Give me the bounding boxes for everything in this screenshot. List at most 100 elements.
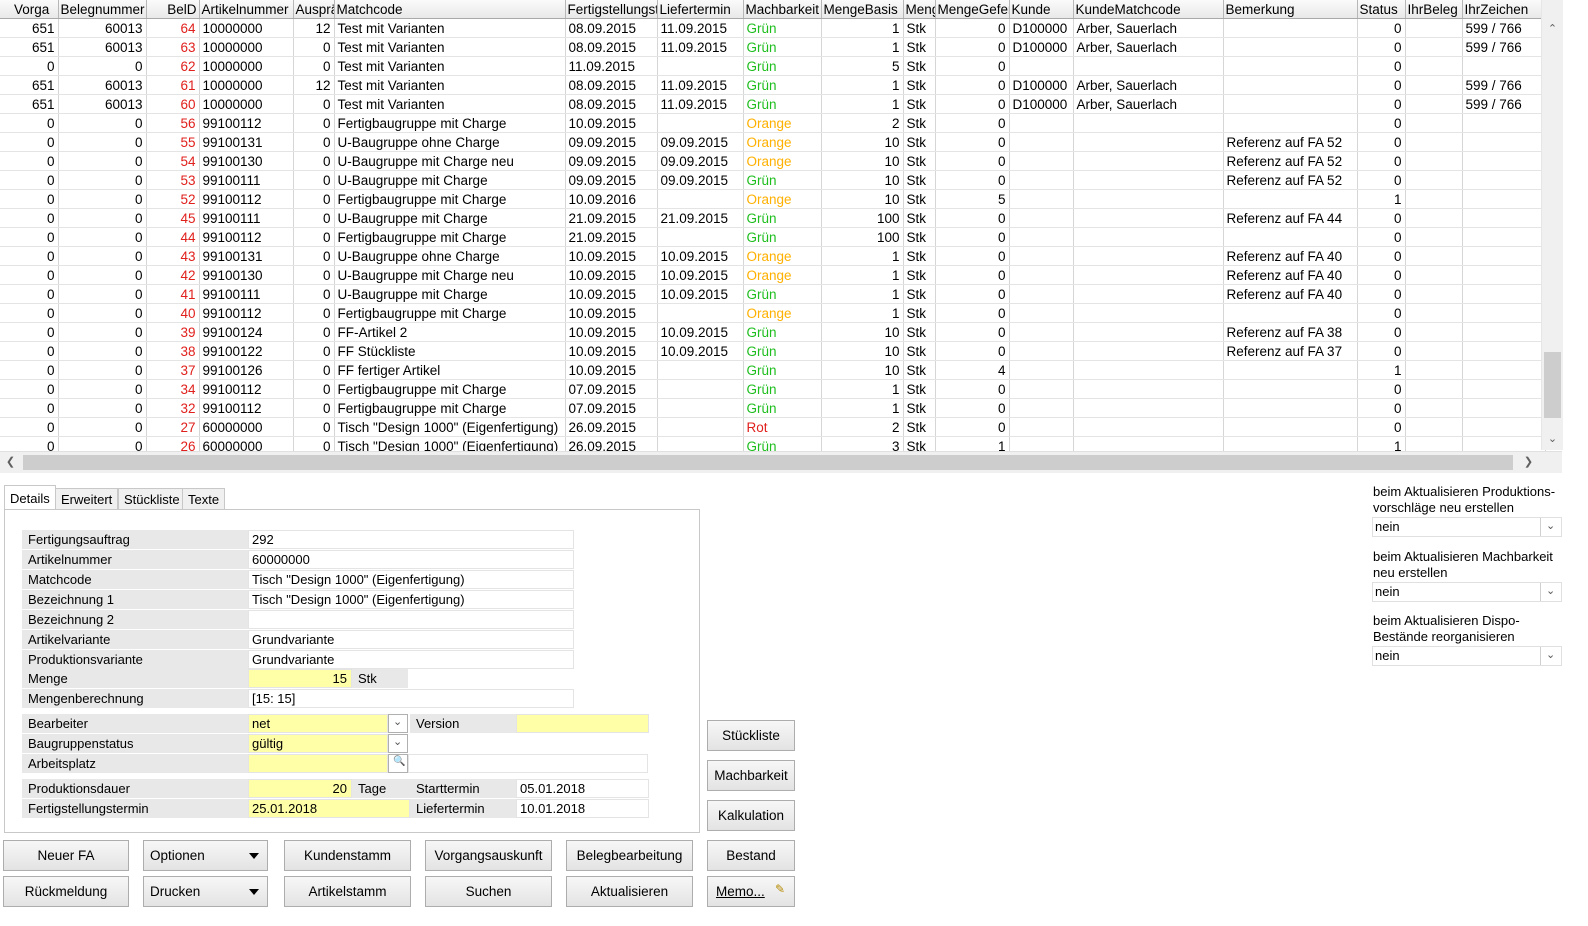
tab-stueckliste[interactable]: Stückliste [118, 488, 186, 510]
machbarkeit-button[interactable]: Machbarkeit [707, 760, 795, 791]
table-row[interactable]: 0 0 45 99100111 0 U-Baugruppe mit Charge 21.09… [0, 208, 1546, 228]
fertigstellungstermin-field[interactable]: 25.01.2018 [248, 799, 410, 818]
scroll-right-icon[interactable]: ❯ [1518, 455, 1539, 468]
column-header[interactable]: Bemerkung [1223, 0, 1358, 19]
table-row[interactable]: 651 60013 61 10000000 12 Test mit Varianten 08… [0, 75, 1546, 95]
table-row[interactable]: 0 0 27 60000000 0 Tisch "Design 1000" (Eigenf… [0, 417, 1546, 437]
table-cell: 99100112 [199, 227, 294, 247]
table-row[interactable]: 0 0 43 99100131 0 U-Baugruppe ohne Charge 10.0… [0, 246, 1546, 266]
bearbeiter-dropdown[interactable]: ⌄ [388, 714, 408, 733]
matchcode-field[interactable]: Tisch "Design 1000" (Eigenfertigung) [248, 570, 574, 589]
column-header[interactable]: Liefertermin [657, 0, 744, 19]
column-header[interactable]: Machbarkeit [743, 0, 822, 19]
table-row[interactable]: 0 0 39 99100124 0 FF-Artikel 2 10.09.2015 10.09… [0, 322, 1546, 342]
table-row[interactable]: 0 0 32 99100112 0 Fertigbaugruppe mit Charge 0… [0, 398, 1546, 418]
column-header[interactable]: Artikelnummer [199, 0, 294, 19]
table-cell [1073, 341, 1224, 361]
table-row[interactable]: 0 0 40 99100112 0 Fertigbaugruppe mit Charge 1… [0, 303, 1546, 323]
version-field[interactable] [516, 714, 649, 733]
baugruppenstatus-field[interactable]: gültig [248, 734, 388, 753]
optionen-dropdown-button[interactable]: Optionen [143, 840, 268, 871]
mengenberechnung-field[interactable]: [15: 15] [248, 689, 574, 708]
column-header[interactable]: Matchcode [334, 0, 566, 19]
bestand-button[interactable]: Bestand [707, 840, 795, 871]
table-cell: 08.09.2015 [565, 18, 658, 38]
liefertermin-field[interactable]: 10.01.2018 [516, 799, 649, 818]
vertical-scroll-thumb[interactable] [1544, 352, 1561, 418]
table-row[interactable]: 0 0 55 99100131 0 U-Baugruppe ohne Charge 09.0… [0, 132, 1546, 152]
bezeichnung1-field[interactable]: Tisch "Design 1000" (Eigenfertigung) [248, 590, 574, 609]
tab-texte[interactable]: Texte [182, 488, 226, 510]
column-header[interactable]: Kunde [1009, 0, 1074, 19]
tab-details[interactable]: Details [4, 485, 56, 511]
column-header[interactable]: Vorga [0, 0, 59, 19]
table-row[interactable]: 0 0 38 99100122 0 FF Stückliste 10.09.2015 10.0… [0, 341, 1546, 361]
kalkulation-button[interactable]: Kalkulation [707, 800, 795, 831]
table-row[interactable]: 651 60013 60 10000000 0 Test mit Varianten 08.… [0, 94, 1546, 114]
neuer-fa-button[interactable]: Neuer FA [3, 840, 129, 871]
tab-erweitert[interactable]: Erweitert [55, 488, 119, 510]
column-header[interactable]: Meng [903, 0, 936, 19]
table-row[interactable]: 651 60013 64 10000000 12 Test mit Varianten 08… [0, 18, 1546, 38]
vertical-scrollbar[interactable]: ⌃ ⌄ [1541, 0, 1563, 450]
kundenstamm-button[interactable]: Kundenstamm [284, 840, 411, 871]
arbeitsplatz-field[interactable] [248, 754, 388, 773]
arbeitsplatz-search-button[interactable]: 🔍 [388, 754, 408, 773]
column-header[interactable]: IhrBeleg [1405, 0, 1463, 19]
starttermin-field[interactable]: 05.01.2018 [516, 779, 649, 798]
column-header[interactable]: MengeGefer [935, 0, 1010, 19]
produktionsdauer-field[interactable]: 20 [248, 779, 352, 798]
column-header[interactable]: Ausprä [293, 0, 335, 19]
scroll-left-icon[interactable]: ❮ [0, 455, 21, 468]
column-header[interactable]: Belegnummer [58, 0, 147, 19]
scroll-up-icon[interactable]: ⌃ [1542, 22, 1563, 35]
fertigungsauftrag-field[interactable]: 292 [248, 530, 574, 549]
table-row[interactable]: 0 0 56 99100112 0 Fertigbaugruppe mit Charge 1… [0, 113, 1546, 133]
table-row[interactable]: 0 0 54 99100130 0 U-Baugruppe mit Charge neu 0… [0, 151, 1546, 171]
column-header[interactable]: Fertigstellungst [565, 0, 658, 19]
vorgangsauskunft-button[interactable]: Vorgangsauskunft [425, 840, 552, 871]
column-header[interactable]: Status [1357, 0, 1406, 19]
horizontal-scrollbar[interactable]: ❮ ❯ [0, 451, 1562, 473]
table-cell: Stk [903, 37, 936, 57]
table-cell: 10 [821, 170, 904, 190]
menge-field[interactable]: 15 [248, 669, 352, 688]
table-row[interactable]: 0 0 41 99100111 0 U-Baugruppe mit Charge 10.09… [0, 284, 1546, 304]
artikelnummer-field[interactable]: 60000000 [248, 550, 574, 569]
memo-button[interactable]: Memo... ✎ [707, 876, 795, 907]
belegbearbeitung-button[interactable]: Belegbearbeitung [566, 840, 693, 871]
scroll-down-icon[interactable]: ⌄ [1542, 432, 1563, 445]
option-dispo-select[interactable]: nein ⌄ [1372, 646, 1562, 666]
artikelvariante-field[interactable]: Grundvariante [248, 630, 574, 649]
suchen-button[interactable]: Suchen [425, 876, 552, 907]
column-header[interactable]: MengeBasis [821, 0, 904, 19]
table-row[interactable]: 0 0 53 99100111 0 U-Baugruppe mit Charge 09.09… [0, 170, 1546, 190]
artikelstamm-button[interactable]: Artikelstamm [284, 876, 411, 907]
rueckmeldung-button[interactable]: Rückmeldung [3, 876, 129, 907]
table-row[interactable]: 651 60013 63 10000000 0 Test mit Varianten 08.… [0, 37, 1546, 57]
table-cell: Grün [743, 56, 822, 76]
bezeichnung2-field[interactable] [248, 610, 574, 629]
column-header[interactable]: IhrZeichen [1462, 0, 1546, 19]
bearbeiter-field[interactable]: net [248, 714, 388, 733]
table-row[interactable]: 0 0 34 99100112 0 Fertigbaugruppe mit Charge 0… [0, 379, 1546, 399]
horizontal-scroll-thumb[interactable] [23, 455, 1513, 470]
option-produktionsvorschlaege-select[interactable]: nein ⌄ [1372, 517, 1562, 537]
table-row[interactable]: 0 0 44 99100112 0 Fertigbaugruppe mit Charge 2… [0, 227, 1546, 247]
fa-grid[interactable]: VorgaBelegnummerBelDArtikelnummerAuspräM… [0, 0, 1566, 456]
arbeitsplatz-description [408, 754, 648, 773]
stueckliste-button[interactable]: Stückliste [707, 720, 795, 751]
table-row[interactable]: 0 0 42 99100130 0 U-Baugruppe mit Charge neu 1… [0, 265, 1546, 285]
table-row[interactable]: 0 0 37 99100126 0 FF fertiger Artikel 10.09.20… [0, 360, 1546, 380]
option-machbarkeit-select[interactable]: nein ⌄ [1372, 582, 1562, 602]
column-header[interactable]: KundeMatchcode [1073, 0, 1224, 19]
aktualisieren-button[interactable]: Aktualisieren [566, 876, 693, 907]
table-cell: 1 [1357, 360, 1406, 380]
table-cell: 1 [821, 265, 904, 285]
column-header[interactable]: BelD [146, 0, 200, 19]
drucken-dropdown-button[interactable]: Drucken [143, 876, 268, 907]
table-row[interactable]: 0 0 52 99100112 0 Fertigbaugruppe mit Charge 1… [0, 189, 1546, 209]
table-row[interactable]: 0 0 62 10000000 0 Test mit Varianten 11.09.201… [0, 56, 1546, 76]
produktionsvariante-field[interactable]: Grundvariante [248, 650, 574, 669]
baugruppenstatus-dropdown[interactable]: ⌄ [388, 734, 408, 753]
